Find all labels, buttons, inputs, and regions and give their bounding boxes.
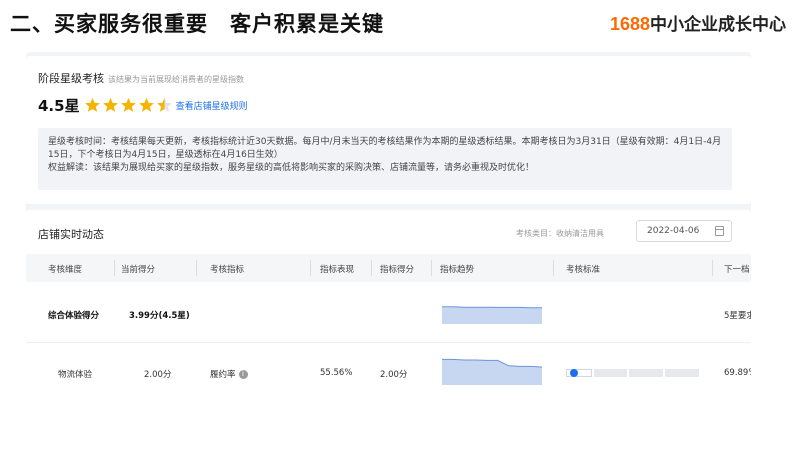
star-icon xyxy=(138,98,154,112)
star-rating xyxy=(84,97,174,113)
table-header: 考核维度 当前得分 考核指标 指标表现 指标得分 指标趋势 考核标准 下一档 xyxy=(26,254,751,282)
trend-sparkline xyxy=(442,306,542,324)
category-label: 考核类目：收纳清洁用具 xyxy=(516,229,604,238)
screenshot-panel: 阶段星级考核 该结果为当前展现给消费者的星级指数 4.5星 查看店铺星级规则 星级… xyxy=(26,52,751,402)
date-value: 2022-04-06 xyxy=(647,226,700,236)
row-indicator-score: 2.00分 xyxy=(380,370,408,380)
stage-title-text: 阶段星级考核 xyxy=(38,72,104,85)
notice-time: 星级考核时间：考核结果每天更新，考核指标统计近30天数据。每月中/月末当天的考核… xyxy=(48,137,722,160)
star-icon xyxy=(156,98,172,112)
star-icon xyxy=(102,98,118,112)
row-score: 3.99分(4.5星) xyxy=(129,311,190,321)
progress-segment xyxy=(629,368,664,377)
stage-hint: 该结果为当前展现给消费者的星级指数 xyxy=(108,75,244,84)
rating-row: 4.5星 查看店铺星级规则 xyxy=(38,96,248,115)
row-indicator-label: 履约率 xyxy=(210,370,236,380)
standard-progress xyxy=(566,368,701,377)
col-next: 下一档 xyxy=(724,265,750,275)
brand-number: 1688 xyxy=(609,14,650,34)
col-trend: 指标趋势 xyxy=(440,265,475,275)
col-score: 当前得分 xyxy=(121,265,156,275)
col-standard: 考核标准 xyxy=(566,265,601,275)
trend-area xyxy=(442,306,542,324)
info-icon[interactable]: i xyxy=(238,370,248,379)
progress-segment xyxy=(566,368,592,377)
progress-segment xyxy=(593,368,628,377)
row-indicator: 履约率 i xyxy=(210,368,248,380)
row-dimension: 综合体验得分 xyxy=(48,311,100,321)
trend-area xyxy=(442,359,542,385)
dynamics-title: 店铺实时动态 xyxy=(38,228,104,241)
row-score: 2.00分 xyxy=(144,370,172,380)
row-performance: 55.56% xyxy=(320,368,353,378)
progress-marker xyxy=(570,368,578,377)
slide-title: 二、买家服务很重要 客户积累是关键 xyxy=(10,12,384,36)
store-rating-rule-link[interactable]: 查看店铺星级规则 xyxy=(176,99,248,112)
row-dimension: 物流体验 xyxy=(58,370,93,380)
store-dynamics-card: 店铺实时动态 考核类目：收纳清洁用具 2022-04-06 考核维度 当前得分 … xyxy=(26,210,751,402)
notice-rights: 权益解读：该结果为展现给买家的星级指数，服务星级的高低将影响买家的采购决策、店铺… xyxy=(48,163,535,173)
date-picker[interactable]: 2022-04-06 xyxy=(636,220,732,242)
trend-sparkline xyxy=(442,358,542,385)
calendar-icon xyxy=(715,226,724,236)
table-row: 物流体验 2.00分 履约率i 55.56% 2.00分 69.89% xyxy=(26,342,751,402)
row-next: 69.89% xyxy=(724,368,751,378)
col-indicator: 考核指标 xyxy=(210,265,245,275)
stage-rating-card: 阶段星级考核 该结果为当前展现给消费者的星级指数 4.5星 查看店铺星级规则 星级… xyxy=(26,56,751,204)
assessment-notice: 星级考核时间：考核结果每天更新，考核指标统计近30天数据。每月中/月末当天的考核… xyxy=(38,128,732,190)
col-performance: 指标表现 xyxy=(320,265,355,275)
stage-title: 阶段星级考核 该结果为当前展现给消费者的星级指数 xyxy=(38,70,244,86)
row-next: 5星要求 xyxy=(724,311,751,321)
col-dimension: 考核维度 xyxy=(48,265,83,275)
rating-value: 4.5星 xyxy=(38,96,80,115)
star-icon xyxy=(84,98,100,112)
table-row: 综合体验得分 3.99分(4.5星) 5星要求 xyxy=(26,282,751,342)
brand-text: 中小企业成长中心 xyxy=(650,15,786,35)
brand-logo: 1688中小企业成长中心 xyxy=(610,10,786,35)
progress-segment xyxy=(665,368,699,377)
col-indicator-score: 指标得分 xyxy=(380,265,415,275)
star-icon xyxy=(120,98,136,112)
